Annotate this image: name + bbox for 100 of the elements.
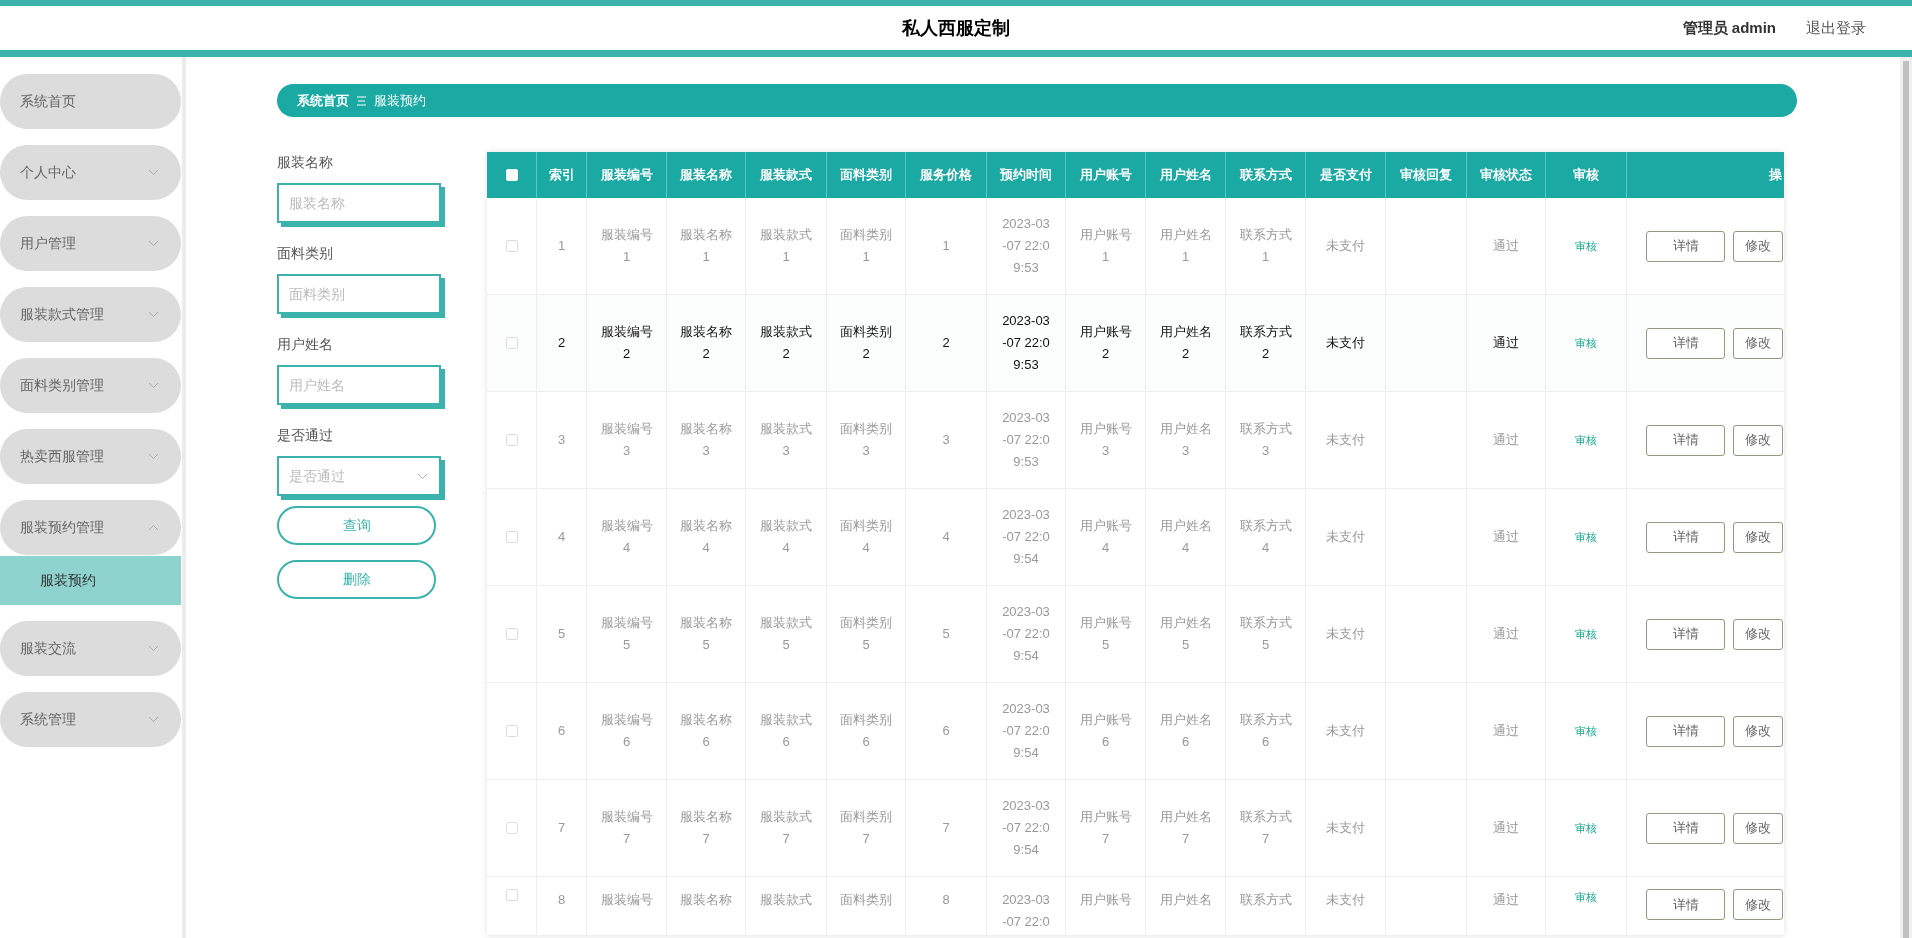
edit-button[interactable]: 修改 [1733, 715, 1783, 747]
details-button[interactable]: 详情 [1646, 812, 1725, 844]
table-cell-text: 2023-03-07 22:09:54 [1001, 603, 1051, 665]
edit-button[interactable]: 修改 [1733, 812, 1783, 844]
details-button[interactable]: 详情 [1646, 889, 1725, 920]
select-all-checkbox[interactable] [505, 169, 518, 181]
table-cell-text: 3 [942, 431, 950, 449]
sidebar-item[interactable]: 个人中心 [0, 145, 181, 200]
review-link[interactable]: 审核 [1575, 334, 1597, 352]
sidebar-item[interactable]: 面料类别管理 [0, 358, 181, 413]
review-link[interactable]: 审核 [1575, 237, 1597, 255]
edit-button[interactable]: 修改 [1733, 424, 1783, 456]
table-cell-text: 联系方式6 [1238, 711, 1293, 751]
table-cell-text: 用户账号1 [1078, 226, 1133, 266]
table-cell-text: 通过 [1493, 528, 1519, 546]
admin-name: 管理员 admin [1682, 17, 1776, 38]
table-cell-text: 面料类别5 [839, 614, 893, 654]
row-checkbox[interactable] [505, 531, 518, 543]
details-button[interactable]: 详情 [1646, 521, 1725, 553]
review-link[interactable]: 审核 [1575, 819, 1597, 837]
scrollbar[interactable] [1900, 57, 1912, 938]
row-checkbox[interactable] [505, 337, 518, 349]
table-cell-text: 面料类别4 [839, 517, 893, 557]
filter-label: 面料类别 [277, 244, 334, 263]
sidebar-item[interactable]: 服装款式管理 [0, 287, 181, 342]
input-field[interactable]: 服装名称 [277, 183, 441, 223]
row-checkbox[interactable] [505, 240, 518, 252]
sidebar-subitem[interactable]: 服装预约 [0, 556, 181, 605]
table-cell-text: 3 [557, 431, 566, 449]
column-header: 审核回复 [1400, 166, 1452, 185]
site-title: 私人西服定制 [902, 16, 1010, 40]
table-cell-text: 服装款式4 [759, 517, 813, 557]
details-button[interactable]: 详情 [1646, 618, 1725, 650]
sidebar-item[interactable]: 系统首页 [0, 74, 181, 129]
row-checkbox[interactable] [505, 628, 518, 640]
table-cell-text: 服装编号2 [599, 323, 654, 363]
table-cell-text: 用户账号7 [1078, 808, 1133, 848]
table-cell-text: 通过 [1493, 722, 1519, 740]
table-cell-text: 服装名称6 [679, 711, 733, 751]
filter-label: 用户姓名 [277, 335, 334, 354]
search-button[interactable]: 查询 [277, 506, 436, 545]
table-cell-text: 通过 [1493, 819, 1519, 837]
review-link[interactable]: 审核 [1575, 431, 1597, 449]
table-cell-text: 2 [942, 334, 950, 352]
table-cell-text: 服装款式6 [759, 711, 813, 751]
table-cell-text: 2023-03-07 22:0 [1001, 891, 1051, 931]
breadcrumb-link[interactable]: 系统首页 [297, 90, 349, 111]
edit-button[interactable]: 修改 [1733, 230, 1783, 262]
table-cell-text: 服装编号5 [599, 614, 654, 654]
input-field[interactable]: 用户姓名 [277, 365, 441, 405]
sidebar-item[interactable]: 服装预约管理 [0, 500, 181, 555]
edit-button[interactable]: 修改 [1733, 521, 1783, 553]
table-cell-text: 通过 [1493, 334, 1519, 352]
table-cell-text: 通过 [1493, 431, 1519, 449]
sidebar-item[interactable]: 热卖西服管理 [0, 429, 181, 484]
table-cell-text: 用户姓名 [1159, 891, 1212, 909]
table-cell-text: 通过 [1493, 891, 1519, 909]
table-cell-text: 未支付 [1326, 722, 1365, 740]
delete-button[interactable]: 删除 [277, 560, 436, 599]
table-cell-text: 2023-03-07 22:09:53 [1001, 312, 1051, 374]
row-checkbox[interactable] [505, 822, 518, 834]
table-cell-text: 通过 [1493, 237, 1519, 255]
table-cell-text: 2023-03-07 22:09:53 [1001, 215, 1051, 277]
table-cell-text: 用户姓名5 [1158, 614, 1213, 654]
review-link[interactable]: 审核 [1575, 625, 1597, 643]
table-cell-text: 未支付 [1326, 625, 1365, 643]
table-cell-text: 2023-03-07 22:09:54 [1001, 700, 1051, 762]
table-cell-text: 4 [557, 528, 566, 546]
edit-button[interactable]: 修改 [1733, 618, 1783, 650]
edit-button[interactable]: 修改 [1733, 327, 1783, 359]
breadcrumb-current: 服装预约 [374, 91, 426, 110]
sidebar-item[interactable]: 服装交流 [0, 621, 181, 676]
table-cell-text: 服装名称2 [679, 323, 733, 363]
table-cell-text: 用户姓名1 [1158, 226, 1213, 266]
column-header: 服装编号 [600, 166, 653, 185]
sidebar-item[interactable]: 系统管理 [0, 692, 181, 747]
review-link[interactable]: 审核 [1575, 528, 1597, 546]
table-cell-text: 服装名称4 [679, 517, 733, 557]
edit-button[interactable]: 修改 [1733, 889, 1783, 920]
details-button[interactable]: 详情 [1646, 327, 1725, 359]
row-checkbox[interactable] [505, 889, 518, 901]
table-cell-text: 7 [557, 819, 566, 837]
sidebar-item[interactable]: 用户管理 [0, 216, 181, 271]
row-checkbox[interactable] [505, 434, 518, 446]
table-cell-text: 8 [942, 891, 950, 909]
logout-link[interactable]: 退出登录 [1806, 16, 1866, 40]
row-checkbox[interactable] [505, 725, 518, 737]
table-cell-text: 服装名称1 [679, 226, 733, 266]
details-button[interactable]: 详情 [1646, 424, 1725, 456]
table-cell-text: 服装编号1 [599, 226, 654, 266]
details-button[interactable]: 详情 [1646, 230, 1725, 262]
table-cell-text: 服装编号 [600, 891, 653, 909]
details-button[interactable]: 详情 [1646, 715, 1725, 747]
filter-label: 服装名称 [277, 153, 334, 172]
table-cell-text: 面料类别1 [839, 226, 893, 266]
column-header: 操 [1769, 166, 1782, 185]
column-header: 审核状态 [1480, 166, 1532, 185]
input-field[interactable]: 面料类别 [277, 274, 441, 314]
review-link[interactable]: 审核 [1575, 722, 1597, 740]
review-link[interactable]: 审核 [1575, 889, 1597, 906]
